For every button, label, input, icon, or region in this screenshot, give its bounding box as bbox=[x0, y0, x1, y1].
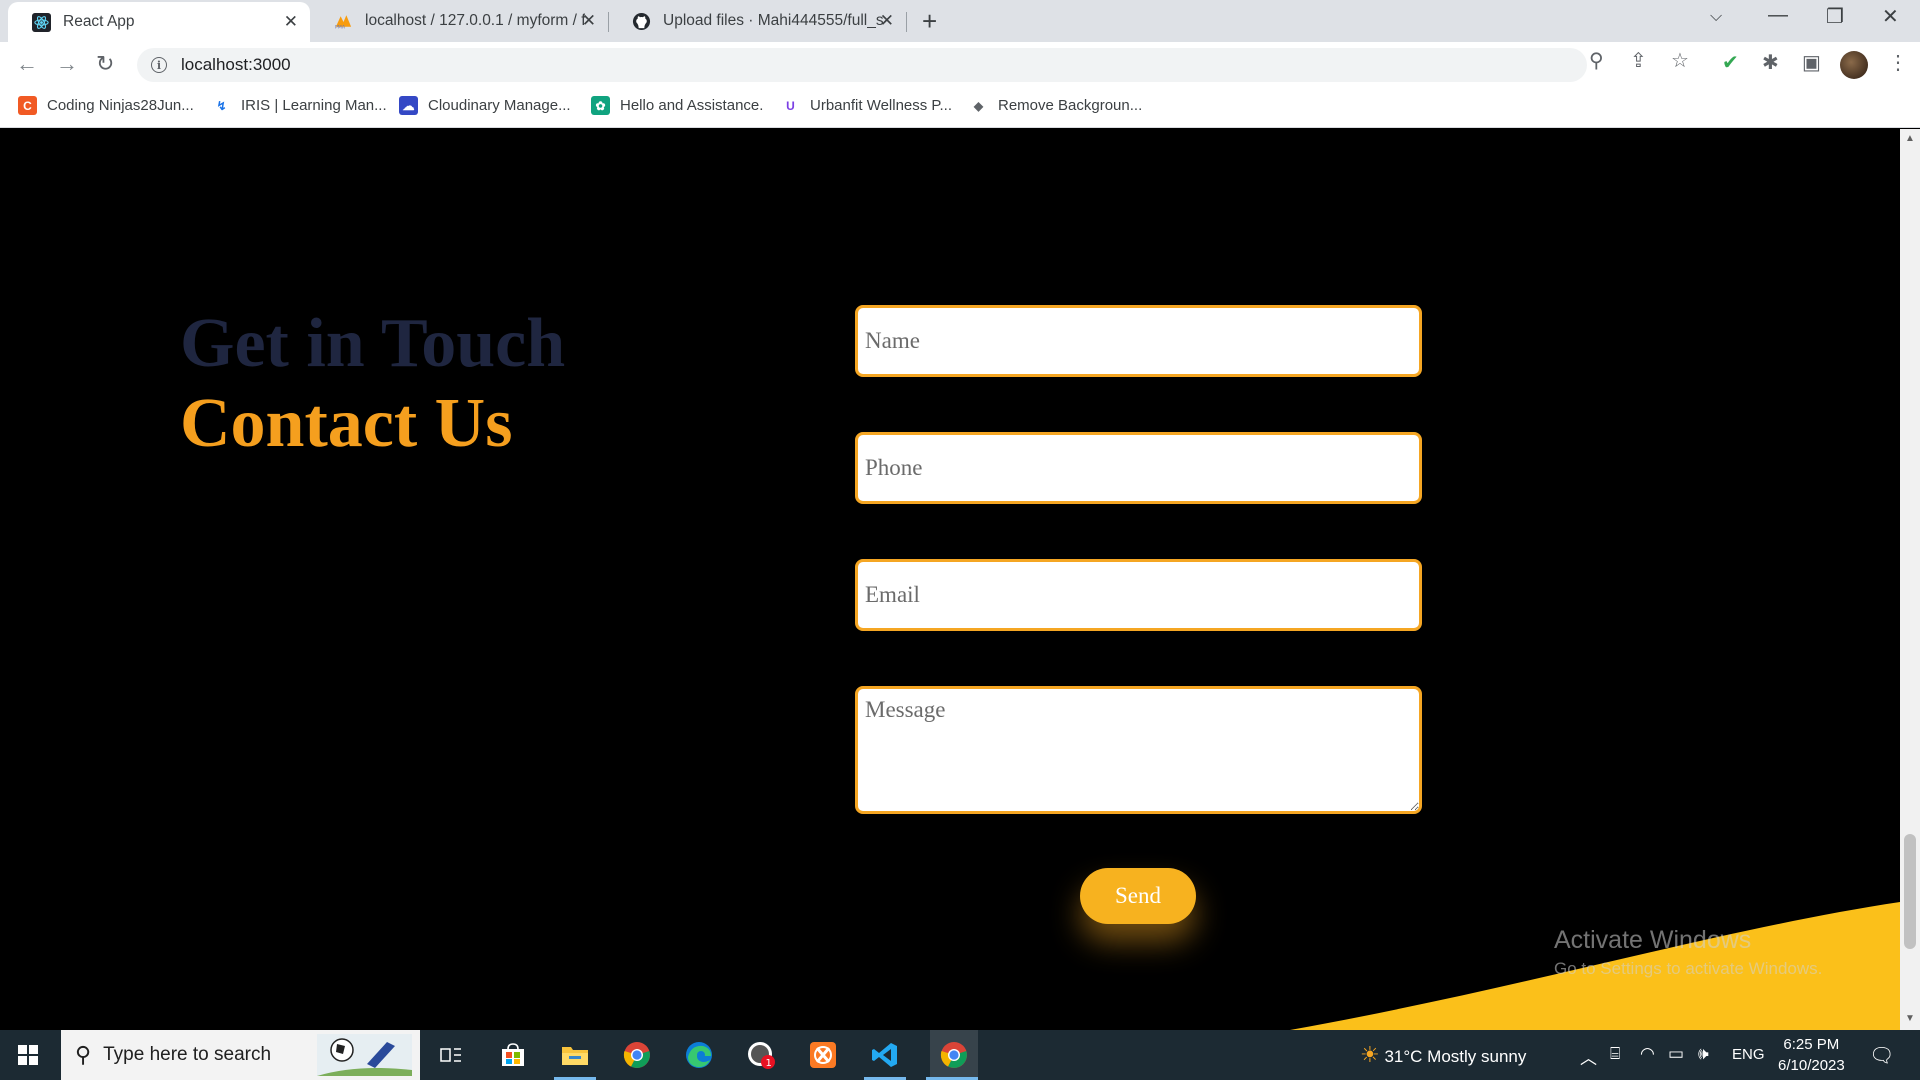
windows-start-icon[interactable] bbox=[18, 1045, 38, 1065]
search-highlight-art bbox=[317, 1034, 412, 1076]
phone-input[interactable] bbox=[855, 432, 1422, 504]
reload-icon[interactable]: ↻ bbox=[96, 51, 114, 77]
extension-feather-icon[interactable]: ✔ bbox=[1722, 50, 1739, 75]
clock-date: 6/10/2023 bbox=[1778, 1057, 1845, 1074]
profile-avatar[interactable] bbox=[1840, 51, 1868, 79]
page-viewport: Get in Touch Contact Us Send Activate Wi… bbox=[0, 129, 1900, 1030]
extensions-puzzle-icon[interactable]: ✱ bbox=[1762, 50, 1779, 75]
scroll-up-arrow-icon[interactable]: ▲ bbox=[1905, 133, 1915, 144]
bookmark-label: Coding Ninjas28Jun... bbox=[47, 97, 194, 114]
browser-toolbar: ← → ↻ i localhost:3000 ⚲ ⇪ ☆ ✔ ✱ ▣ ⋮ bbox=[0, 42, 1920, 88]
github-desktop-icon[interactable]: 1 bbox=[744, 1038, 778, 1072]
task-view-icon[interactable] bbox=[434, 1038, 468, 1072]
search-placeholder: Type here to search bbox=[103, 1044, 272, 1065]
github-icon bbox=[632, 12, 651, 31]
bookmark-chatgpt[interactable]: ✿ Hello and Assistance. bbox=[591, 96, 763, 115]
share-icon[interactable]: ⇪ bbox=[1630, 48, 1647, 73]
bookmark-label: IRIS | Learning Man... bbox=[241, 97, 387, 114]
taskbar-search-box[interactable]: ⚲ Type here to search bbox=[61, 1030, 420, 1080]
phpmyadmin-icon: PMA bbox=[334, 12, 353, 31]
address-bar[interactable]: i localhost:3000 bbox=[137, 48, 1587, 82]
zoom-icon[interactable]: ⚲ bbox=[1589, 48, 1604, 73]
contact-us-heading: Contact Us bbox=[180, 385, 513, 462]
weather-text: 31°C Mostly sunny bbox=[1384, 1047, 1527, 1066]
page-scrollbar[interactable]: ▲ ▼ bbox=[1900, 129, 1920, 1030]
tab-title: React App bbox=[63, 13, 135, 30]
bookmark-label: Remove Backgroun... bbox=[998, 97, 1143, 114]
bookmarks-bar: C Coding Ninjas28Jun... ↯ IRIS | Learnin… bbox=[0, 88, 1920, 128]
bookmark-label: Cloudinary Manage... bbox=[428, 97, 571, 114]
tab-title: Upload files · Mahi444555/full_st bbox=[663, 12, 883, 29]
notification-badge: 1 bbox=[766, 1058, 772, 1069]
tray-chevron-icon[interactable]: ︿ bbox=[1580, 1044, 1597, 1069]
activate-windows-title: Activate Windows bbox=[1554, 926, 1752, 954]
vscode-icon[interactable] bbox=[868, 1038, 902, 1072]
bookmark-coding-ninjas[interactable]: C Coding Ninjas28Jun... bbox=[18, 96, 194, 115]
svg-text:PMA: PMA bbox=[335, 25, 346, 29]
close-tab-icon[interactable]: ✕ bbox=[284, 12, 298, 32]
menu-kebab-icon[interactable]: ⋮ bbox=[1888, 50, 1908, 75]
search-icon: ⚲ bbox=[75, 1042, 92, 1067]
tab-github[interactable]: Upload files · Mahi444555/full_st ✕ bbox=[608, 0, 906, 42]
tab-title: localhost / 127.0.0.1 / myform / f bbox=[365, 12, 585, 29]
close-tab-icon[interactable]: ✕ bbox=[880, 11, 894, 31]
url-text[interactable]: localhost:3000 bbox=[181, 55, 291, 75]
side-panel-icon[interactable]: ▣ bbox=[1802, 50, 1821, 75]
close-window-button[interactable]: ✕ bbox=[1882, 4, 1899, 29]
name-input[interactable] bbox=[855, 305, 1422, 377]
chrome-active-icon[interactable] bbox=[930, 1030, 978, 1080]
tab-phpmyadmin[interactable]: PMA localhost / 127.0.0.1 / myform / f ✕ bbox=[310, 0, 608, 42]
bookmark-star-icon[interactable]: ☆ bbox=[1671, 48, 1689, 73]
clock-time: 6:25 PM bbox=[1783, 1036, 1840, 1053]
weather-sun-icon: ☀ bbox=[1360, 1042, 1380, 1067]
tab-react-app[interactable]: React App ✕ bbox=[8, 2, 310, 42]
restore-button[interactable]: ❐ bbox=[1826, 4, 1844, 29]
site-info-icon[interactable]: i bbox=[151, 57, 167, 73]
edge-icon[interactable] bbox=[682, 1038, 716, 1072]
bookmark-remove-bg[interactable]: ◆ Remove Backgroun... bbox=[969, 96, 1142, 115]
system-clock[interactable]: 6:25 PM 6/10/2023 bbox=[1778, 1034, 1845, 1076]
network-icon[interactable]: ◠ bbox=[1640, 1044, 1655, 1064]
file-explorer-icon[interactable] bbox=[558, 1038, 592, 1072]
new-tab-button[interactable]: + bbox=[922, 6, 937, 37]
scrollbar-thumb[interactable] bbox=[1904, 834, 1916, 949]
email-input[interactable] bbox=[855, 559, 1422, 631]
get-in-touch-heading: Get in Touch bbox=[180, 305, 566, 382]
minimize-button[interactable]: — bbox=[1768, 4, 1788, 27]
tab-search-chevron-icon[interactable]: ⌵ bbox=[1710, 8, 1722, 26]
forward-arrow-icon[interactable]: → bbox=[56, 51, 78, 77]
bookmark-iris[interactable]: ↯ IRIS | Learning Man... bbox=[212, 96, 387, 115]
battery-icon[interactable]: ▭ bbox=[1668, 1044, 1684, 1064]
coding-ninjas-icon: C bbox=[18, 96, 37, 115]
weather-widget[interactable]: ☀ 31°C Mostly sunny bbox=[1360, 1042, 1526, 1068]
close-tab-icon[interactable]: ✕ bbox=[582, 11, 596, 31]
volume-icon[interactable]: 🕪 bbox=[1698, 1044, 1709, 1064]
chatgpt-icon: ✿ bbox=[591, 96, 610, 115]
windows-taskbar: ⚲ Type here to search 1 ☀ 31°C Mostly su… bbox=[0, 1030, 1920, 1080]
back-arrow-icon[interactable]: ← bbox=[16, 51, 38, 77]
cloudinary-icon: ☁ bbox=[399, 96, 418, 115]
bookmark-cloudinary[interactable]: ☁ Cloudinary Manage... bbox=[399, 96, 571, 115]
urbanfit-icon: U bbox=[781, 96, 800, 115]
remove-bg-icon: ◆ bbox=[969, 96, 988, 115]
bookmark-label: Urbanfit Wellness P... bbox=[810, 97, 953, 114]
browser-tab-bar: React App ✕ PMA localhost / 127.0.0.1 / … bbox=[0, 0, 1920, 42]
scroll-down-arrow-icon[interactable]: ▼ bbox=[1905, 1013, 1915, 1024]
bookmark-label: Hello and Assistance. bbox=[620, 97, 764, 114]
message-textarea[interactable] bbox=[855, 686, 1422, 814]
notifications-icon[interactable]: 🗨 bbox=[1869, 1043, 1894, 1068]
tab-separator bbox=[906, 12, 907, 32]
meet-now-icon[interactable]: ⌸ bbox=[1610, 1044, 1620, 1064]
microsoft-store-icon[interactable] bbox=[496, 1038, 530, 1072]
bookmark-urbanfit[interactable]: U Urbanfit Wellness P... bbox=[781, 96, 952, 115]
activate-windows-subtitle: Go to Settings to activate Windows. bbox=[1554, 959, 1823, 978]
chrome-icon[interactable] bbox=[620, 1038, 654, 1072]
react-icon bbox=[32, 12, 51, 32]
xampp-icon[interactable] bbox=[806, 1038, 840, 1072]
iris-icon: ↯ bbox=[212, 96, 231, 115]
language-indicator[interactable]: ENG bbox=[1732, 1046, 1765, 1063]
send-button[interactable]: Send bbox=[1080, 868, 1196, 924]
